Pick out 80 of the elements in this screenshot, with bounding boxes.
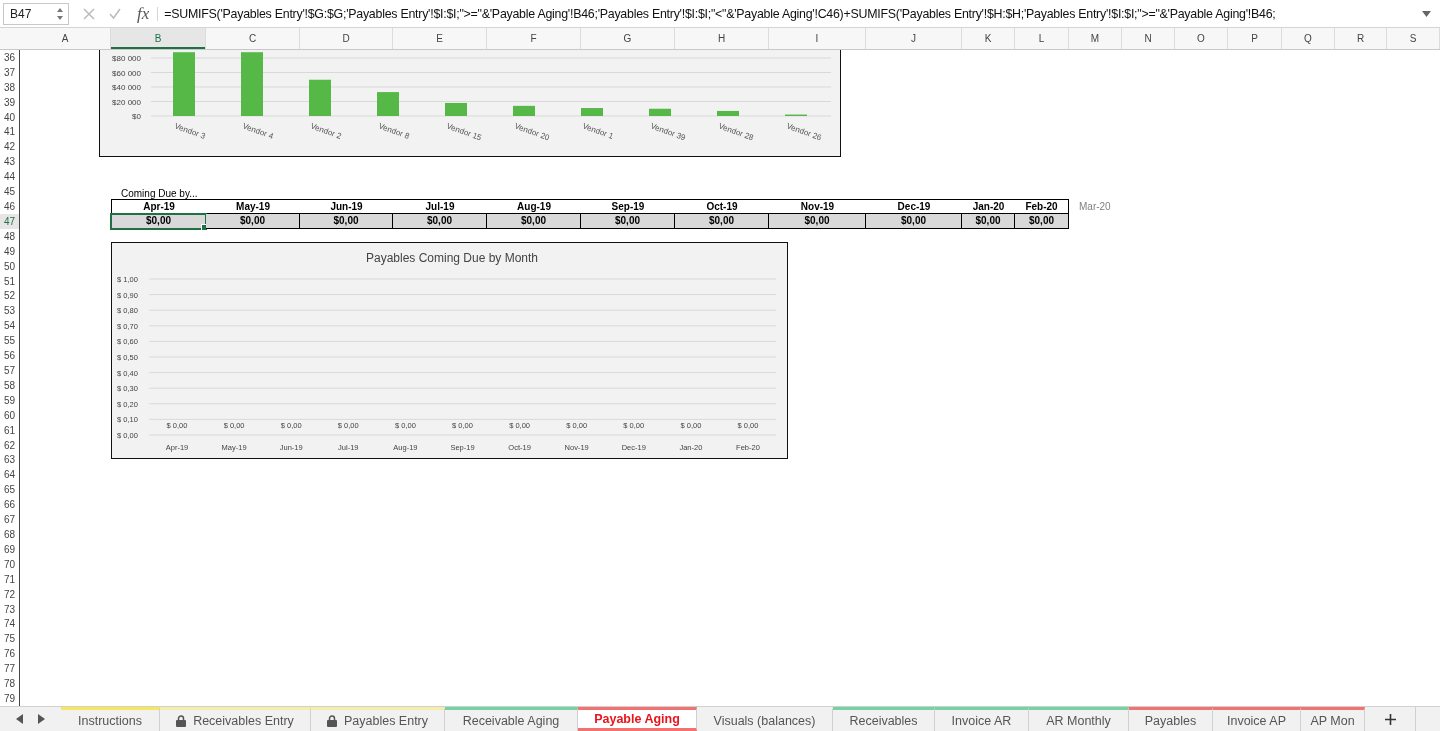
axis-label: Vendor 15 <box>445 121 483 143</box>
dropdown-arrow-icon[interactable] <box>1422 10 1431 17</box>
column-header[interactable]: G <box>581 28 675 49</box>
axis-label: $20 000 <box>112 97 141 107</box>
column-header[interactable]: M <box>1069 28 1122 49</box>
axis-label: Vendor 2 <box>309 121 343 141</box>
row-header[interactable]: 47 <box>0 214 20 229</box>
sheet-tab[interactable]: Payables <box>1129 707 1213 731</box>
axis-label: $80 000 <box>112 54 141 63</box>
check-icon[interactable] <box>109 7 121 20</box>
bar <box>581 108 603 116</box>
bar <box>649 108 671 116</box>
sheet-tab[interactable]: AP Mon <box>1301 707 1365 731</box>
table-cell[interactable]: $0,00 <box>206 214 300 229</box>
sheet-tab[interactable]: Receivables <box>833 707 935 731</box>
plus-icon <box>1384 713 1396 725</box>
axis-label: $60 000 <box>112 68 141 78</box>
column-header[interactable]: L <box>1015 28 1069 49</box>
bar <box>309 79 331 116</box>
axis-label: Vendor 8 <box>377 121 411 141</box>
column-header[interactable]: O <box>1175 28 1228 49</box>
bar <box>513 105 535 116</box>
column-header[interactable]: H <box>675 28 769 49</box>
table-cell[interactable]: $0,00 <box>866 214 962 229</box>
axis-label: Vendor 28 <box>717 121 755 143</box>
chart-title: Payables Coming Due by Month <box>365 251 539 265</box>
next-sheet-icon[interactable] <box>38 714 46 724</box>
insert-function-button[interactable]: fx <box>137 3 158 24</box>
axis-label: Vendor 3 <box>173 121 207 141</box>
table-cell[interactable]: $0,00 <box>300 214 393 229</box>
column-header[interactable]: F <box>487 28 581 49</box>
sheet-tab[interactable]: Payable Aging <box>578 707 697 731</box>
column-header[interactable]: B <box>111 28 206 49</box>
axis-label: $40 000 <box>112 83 141 92</box>
sheet-tab[interactable]: AR Monthly <box>1029 707 1129 731</box>
name-box[interactable]: B47 <box>3 2 69 25</box>
sheet-tab[interactable]: Receivables Entry <box>160 707 311 731</box>
axis-label: Vendor 1 <box>581 121 615 141</box>
sheet-tab[interactable]: Invoice AR <box>935 707 1029 731</box>
table-cell[interactable]: $0,00 <box>581 214 675 229</box>
bar <box>241 52 263 116</box>
bar <box>173 52 195 116</box>
bar <box>377 92 399 116</box>
lock-icon <box>326 714 337 727</box>
spinner-icon[interactable] <box>56 6 64 21</box>
bar <box>445 102 467 116</box>
formula-field[interactable]: =SUMIFS('Payables Entry'!$G:$G;'Payables Entry'!$I:$I;">="&'Payable Aging'!B46;'Payables Entry'!$I:$I;"<"&'Payable Aging'!C46)+SUMIFS('Payables Entry'!$H:$H;'Payables Entry'!$I:$I;">="&'Payable Aging'!B46; <box>157 6 1416 21</box>
column-header[interactable]: Q <box>1282 28 1335 49</box>
column-header[interactable]: C <box>206 28 300 49</box>
column-header[interactable]: J <box>866 28 962 49</box>
table-cell[interactable]: $0,00 <box>675 214 769 229</box>
table-cell[interactable]: $0,00 <box>487 214 581 229</box>
axis-label: Vendor 39 <box>649 121 687 143</box>
table-cell[interactable]: $0,00 <box>1015 214 1069 229</box>
axis-label: Vendor 26 <box>785 121 823 143</box>
column-header[interactable]: E <box>393 28 487 49</box>
lock-icon <box>176 714 187 727</box>
sheet-tab[interactable]: Invoice AP <box>1213 707 1301 731</box>
axis-label: $0 <box>132 112 141 121</box>
previous-sheet-icon[interactable] <box>15 714 23 724</box>
table-cell[interactable]: $0,00 <box>393 214 487 229</box>
cell-reference: B47 <box>10 6 32 21</box>
sheet-tab[interactable]: Payables Entry <box>311 707 445 731</box>
sheet-tab[interactable]: Receivable Aging <box>445 707 578 731</box>
column-header[interactable]: D <box>300 28 393 49</box>
cell-text: Mar-20 <box>1078 200 1112 214</box>
column-header[interactable]: I <box>769 28 866 49</box>
table-caption: Coming Due by... <box>120 188 199 200</box>
column-header[interactable]: R <box>1335 28 1387 49</box>
column-header[interactable]: K <box>962 28 1015 49</box>
column-header[interactable]: N <box>1122 28 1175 49</box>
table-cell[interactable]: $0,00 <box>962 214 1015 229</box>
table-cell[interactable]: $0,00 <box>111 214 206 229</box>
column-header[interactable]: P <box>1228 28 1282 49</box>
bar <box>717 110 739 116</box>
sheet-tab[interactable]: Instructions <box>61 707 160 731</box>
axis-label: Vendor 4 <box>241 121 275 141</box>
table-cell[interactable]: $0,00 <box>769 214 866 229</box>
column-header[interactable]: S <box>1387 28 1440 49</box>
axis-label: Vendor 20 <box>513 121 551 143</box>
